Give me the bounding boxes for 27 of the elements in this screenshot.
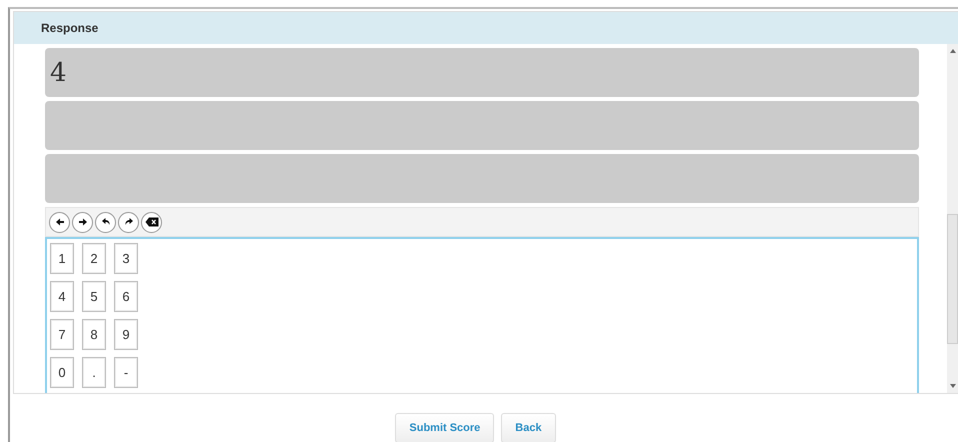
keypad-key[interactable]: 3 [114, 243, 138, 274]
undo-icon [100, 217, 110, 227]
redo-icon [124, 217, 134, 227]
right-arrow-icon [78, 217, 88, 227]
keypad-key[interactable]: 0 [50, 357, 74, 388]
left-button[interactable] [49, 212, 70, 232]
keypad-key[interactable]: . [82, 357, 106, 388]
panel-title: Response [41, 21, 98, 35]
backspace-icon [144, 217, 158, 227]
keypad-key[interactable]: 6 [114, 281, 138, 312]
undo-button[interactable] [95, 212, 116, 232]
redo-button[interactable] [118, 212, 139, 232]
answer-row[interactable]: 4 [45, 48, 919, 97]
keypad-key[interactable]: - [114, 357, 138, 388]
keypad-key[interactable]: 2 [82, 243, 106, 274]
scroll-down-icon[interactable] [950, 383, 956, 389]
keypad-key[interactable]: 7 [50, 319, 74, 350]
delete-button[interactable] [141, 212, 162, 232]
right-button[interactable] [72, 212, 93, 232]
left-arrow-icon [54, 217, 64, 227]
scroll-up-icon[interactable] [950, 48, 956, 54]
keypad-key[interactable]: 5 [82, 281, 106, 312]
keypad-key[interactable]: 4 [50, 281, 74, 312]
keypad-key[interactable]: 8 [82, 319, 106, 350]
keypad-key[interactable]: 1 [50, 243, 74, 274]
keypad-key[interactable]: 9 [114, 319, 138, 350]
scroll-thumb[interactable] [947, 214, 958, 344]
